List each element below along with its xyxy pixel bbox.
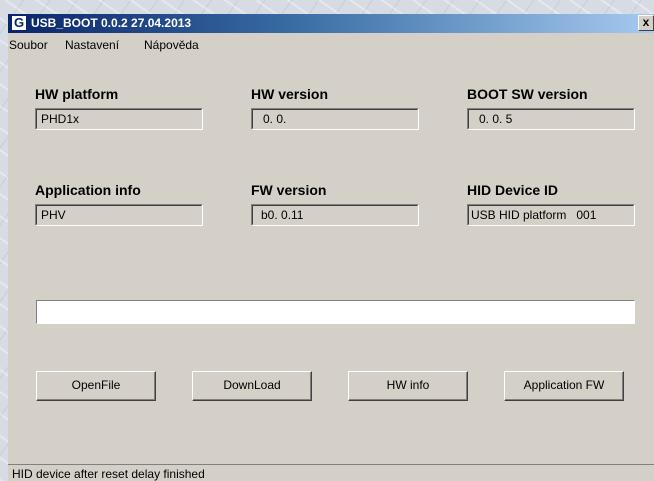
boot-sw-version-field[interactable]: 0. 0. 5 xyxy=(467,108,635,130)
boot-sw-version-value: 0. 0. 5 xyxy=(468,109,634,129)
fw-version-field[interactable]: b0. 0.11 xyxy=(251,204,419,226)
application-info-field[interactable]: PHV xyxy=(35,204,203,226)
hw-platform-field[interactable]: PHD1x xyxy=(35,108,203,130)
app-icon: G xyxy=(11,15,27,31)
application-info-value: PHV xyxy=(36,205,202,225)
hw-info-button[interactable]: HW info xyxy=(348,371,468,401)
hid-device-id-field[interactable]: USB HID platform 001 xyxy=(467,204,635,226)
window-title: USB_BOOT 0.0.2 27.04.2013 xyxy=(31,16,192,30)
title-bar[interactable]: G USB_BOOT 0.0.2 27.04.2013 x xyxy=(8,14,654,33)
menu-item-napoveda[interactable]: Nápověda xyxy=(144,38,199,52)
hw-version-field[interactable]: 0. 0. xyxy=(251,108,419,130)
hw-version-value: 0. 0. xyxy=(252,109,418,129)
hw-platform-label: HW platform xyxy=(35,86,119,102)
menu-item-nastaveni[interactable]: Nastavení xyxy=(65,38,119,52)
application-fw-button[interactable]: Application FW xyxy=(504,371,624,401)
app-window: G USB_BOOT 0.0.2 27.04.2013 x Soubor Nas… xyxy=(8,14,654,481)
application-info-label: Application info xyxy=(35,182,141,198)
menu-bar: Soubor Nastavení Nápověda xyxy=(8,35,654,53)
status-text: HID device after reset delay finished xyxy=(12,467,205,481)
hw-version-label: HW version xyxy=(251,86,329,102)
hid-device-id-label: HID Device ID xyxy=(467,182,559,198)
hw-platform-value: PHD1x xyxy=(36,109,202,129)
boot-sw-version-label: BOOT SW version xyxy=(467,86,588,102)
menu-item-soubor[interactable]: Soubor xyxy=(9,38,48,52)
fw-version-label: FW version xyxy=(251,182,327,198)
fw-version-value: b0. 0.11 xyxy=(252,205,418,225)
close-icon[interactable]: x xyxy=(638,15,654,31)
open-file-button[interactable]: OpenFile xyxy=(36,371,156,401)
hid-device-id-value: USB HID platform 001 xyxy=(468,205,634,225)
status-bar: HID device after reset delay finished xyxy=(8,464,654,481)
download-button[interactable]: DownLoad xyxy=(192,371,312,401)
progress-bar xyxy=(36,300,635,324)
